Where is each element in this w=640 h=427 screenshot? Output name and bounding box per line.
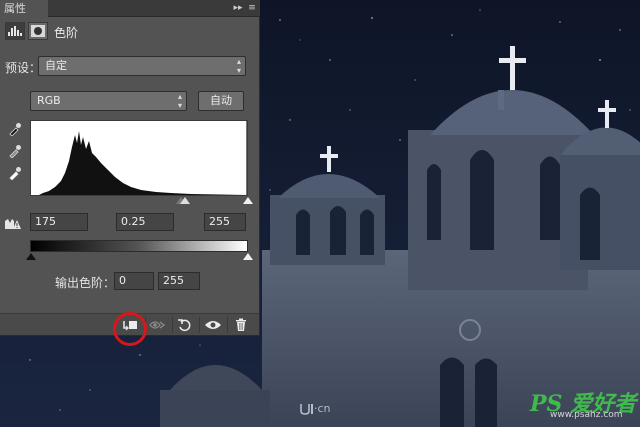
input-black-field[interactable]: 175 [30,213,88,231]
panel-menu-icon[interactable]: ≡ [246,2,258,15]
white-point-eyedropper-icon[interactable] [8,166,22,180]
output-black-slider[interactable] [26,253,36,260]
input-black-slider[interactable] [180,197,190,204]
ui-cn-watermark: ·cn [300,402,331,415]
collapse-icon[interactable]: ▸▸ [232,2,244,15]
levels-histogram [30,120,248,196]
output-white-field[interactable]: 255 [158,272,200,290]
input-gamma-field[interactable]: 0.25 [116,213,174,231]
levels-histogram-icon[interactable] [5,22,25,40]
trash-icon[interactable] [229,316,253,334]
site-url-watermark: www.psahz.com [550,410,623,420]
clipping-warning-icon[interactable] [4,217,22,231]
input-white-slider[interactable] [243,197,253,204]
channel-dropdown[interactable]: RGB ▴ ▾ [30,91,187,111]
properties-panel: 属性 ▸▸ ≡ 色阶 预设： 自定 ▴ ▾ RGB ▴ ▾ 自动 175 0.2… [0,0,260,336]
output-black-field[interactable]: 0 [114,272,154,290]
view-previous-state-icon[interactable] [146,316,170,334]
tab-properties[interactable]: 属性 [0,0,48,17]
channel-value: RGB [37,94,61,107]
output-gradient-bar [30,240,248,252]
preset-label: 预设： [5,61,42,75]
visibility-eye-icon[interactable] [201,316,225,334]
auto-button[interactable]: 自动 [198,91,244,111]
dropdown-arrows-icon: ▴ ▾ [236,57,241,75]
ui-cn-text: ·cn [314,402,331,415]
histogram-graph [31,121,248,195]
footer-separator [227,317,228,333]
footer-separator [199,317,200,333]
output-levels-label: 输出色阶： [55,276,116,290]
dropdown-arrows-icon: ▴ ▾ [177,92,182,110]
adjustment-title: 色阶 [54,26,79,40]
output-white-slider[interactable] [243,253,253,260]
layer-mask-icon[interactable] [28,22,48,40]
black-point-eyedropper-icon[interactable] [8,122,22,136]
gray-point-eyedropper-icon[interactable] [8,144,22,158]
ui-cn-logo-icon [300,404,313,415]
preset-dropdown[interactable]: 自定 ▴ ▾ [38,56,246,76]
highlight-circle [113,312,147,346]
panel-titlebar: 属性 ▸▸ ≡ [0,0,260,17]
input-white-field[interactable]: 255 [204,213,246,231]
reset-icon[interactable] [173,316,197,334]
preset-value: 自定 [45,59,67,72]
